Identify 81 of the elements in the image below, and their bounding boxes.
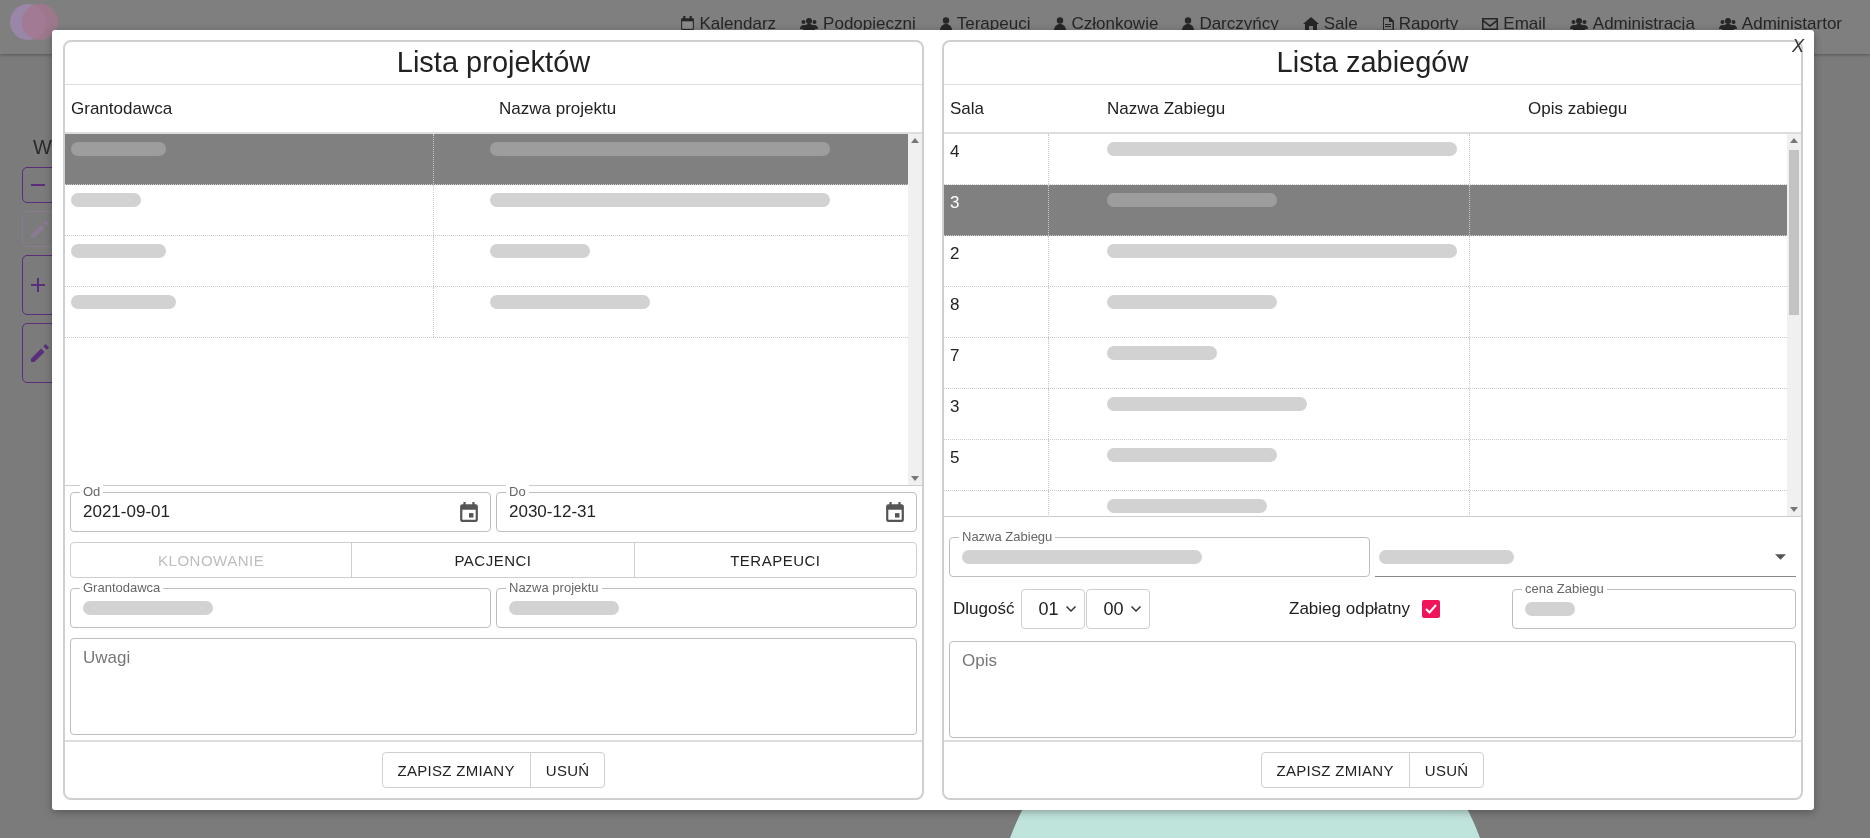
nav-link[interactable]: Administartor xyxy=(1706,15,1854,32)
check-icon xyxy=(1425,604,1437,614)
table-row[interactable]: 3 xyxy=(944,389,1787,440)
table-row[interactable]: 5 xyxy=(944,440,1787,491)
select-field[interactable]: 00 xyxy=(1086,589,1151,629)
calendar-icon xyxy=(460,502,478,522)
date-field[interactable]: Od 2021-09-01 xyxy=(70,485,491,532)
field-label: Dlugość xyxy=(953,599,1015,619)
people-icon xyxy=(800,16,819,31)
people-icon xyxy=(1569,16,1588,31)
nav-link[interactable]: Członkowie xyxy=(1042,15,1171,32)
nav-link[interactable]: Darczyńcy xyxy=(1170,15,1291,32)
nav-link[interactable]: Sale xyxy=(1290,15,1370,32)
document-icon xyxy=(1381,16,1394,31)
nav-link[interactable]: Podopieczni xyxy=(788,15,928,32)
chevron-down-icon xyxy=(1066,606,1077,612)
plus-icon xyxy=(31,278,45,292)
person-icon xyxy=(939,16,952,31)
envelope-icon xyxy=(1482,17,1499,30)
scrollbar[interactable] xyxy=(1787,134,1801,516)
table-cell: 3 xyxy=(944,389,1049,439)
nav-link[interactable]: Terapeuci xyxy=(927,15,1043,32)
column-header: Nazwa Zabiegu xyxy=(1106,98,1227,119)
tab-button[interactable]: PACJENCI xyxy=(351,542,635,578)
nav-link[interactable]: Kalendarz xyxy=(667,15,789,32)
panel-title: Lista zabiegów xyxy=(1276,45,1469,80)
date-field[interactable]: Do 2030-12-31 xyxy=(496,485,917,532)
column-header: Sala xyxy=(949,98,986,119)
table-row[interactable] xyxy=(65,134,908,185)
pencil-icon xyxy=(31,344,49,362)
input-field[interactable]: Nazwa projektu xyxy=(496,581,917,628)
checkbox[interactable] xyxy=(1422,600,1440,618)
table-row[interactable] xyxy=(65,185,908,236)
footer-button[interactable]: ZAPISZ ZMIANY xyxy=(381,752,531,788)
column-header: Nazwa projektu xyxy=(498,98,618,119)
checkbox-label: Zabieg odpłatny xyxy=(1289,599,1410,619)
footer-button[interactable]: USUŃ xyxy=(1408,752,1485,788)
notes-field[interactable]: Uwagi xyxy=(70,638,917,735)
table-cell: 8 xyxy=(944,287,1049,337)
table-row[interactable] xyxy=(65,287,908,338)
scroll-up-icon xyxy=(1790,138,1798,143)
select-field[interactable]: 01 xyxy=(1021,589,1086,629)
calendar-icon xyxy=(886,502,904,522)
people-icon xyxy=(1718,16,1737,31)
table-row[interactable]: 3 xyxy=(944,185,1787,236)
table-cell: 5 xyxy=(944,440,1049,490)
nav-link[interactable]: Administracja xyxy=(1557,15,1707,32)
scroll-down-icon xyxy=(1790,507,1798,512)
scrollbar[interactable] xyxy=(908,134,922,485)
caret-icon xyxy=(1775,553,1786,560)
nav-link[interactable]: Email xyxy=(1470,15,1558,32)
scroll-up-icon xyxy=(911,138,919,143)
table-row[interactable]: 2 xyxy=(944,236,1787,287)
table-row[interactable]: 8 xyxy=(944,287,1787,338)
table-cell: 4 xyxy=(944,134,1049,184)
chevron-down-icon xyxy=(1131,606,1142,612)
table-cell: 3 xyxy=(944,185,1049,235)
tab-button[interactable]: TERAPEUCI xyxy=(633,542,917,578)
home-icon xyxy=(1302,16,1319,31)
input-field[interactable]: Nazwa Zabiegu xyxy=(949,530,1370,577)
table-row[interactable]: 7 xyxy=(944,338,1787,389)
table-cell: 2 xyxy=(944,236,1049,286)
heading: W xyxy=(33,136,52,159)
person-icon xyxy=(1182,16,1195,31)
footer-button[interactable]: ZAPISZ ZMIANY xyxy=(1260,752,1410,788)
calendar-icon xyxy=(679,16,695,31)
nav-link[interactable]: Raporty xyxy=(1369,15,1471,32)
column-header: Opis zabiegu xyxy=(1527,98,1629,119)
notes-field[interactable]: Opis xyxy=(949,641,1796,738)
input-field[interactable]: Grantodawca xyxy=(70,581,491,628)
minus-icon xyxy=(31,184,45,186)
table-cell: 7 xyxy=(944,338,1049,388)
input-field[interactable]: cena Zabiegu xyxy=(1512,582,1796,629)
panel-title: Lista projektów xyxy=(396,45,591,80)
scroll-down-icon xyxy=(911,476,919,481)
table-row[interactable] xyxy=(65,236,908,287)
footer-button[interactable]: USUŃ xyxy=(529,752,606,788)
person-icon xyxy=(1054,16,1067,31)
column-header: Grantodawca xyxy=(70,98,174,119)
close-button[interactable]: X xyxy=(1790,34,1806,59)
pencil-icon xyxy=(31,220,49,238)
